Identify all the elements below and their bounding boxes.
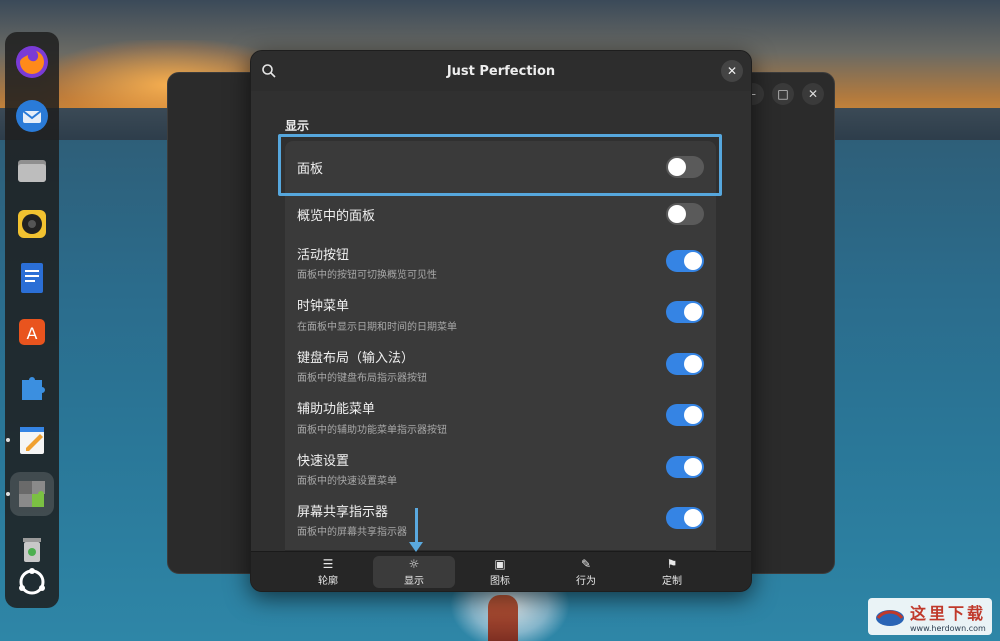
setting-subtitle: 面板中的屏幕共享指示器 — [297, 527, 407, 538]
nav-display[interactable]: ☼ 显示 — [373, 556, 455, 588]
rhythmbox-launcher[interactable] — [10, 202, 54, 246]
wrench-icon: ✎ — [580, 556, 592, 571]
toggle-switch[interactable] — [666, 250, 704, 272]
setting-label: 屏幕共享指示器 — [297, 505, 389, 520]
ship — [488, 595, 518, 641]
text-editor-launcher[interactable] — [10, 418, 54, 462]
dialog-title: Just Perfection — [446, 63, 556, 79]
ubuntu-icon — [19, 568, 45, 595]
setting-row-activities[interactable]: 活动按钮 面板中的按钮可切换概览可见性 — [285, 235, 716, 287]
image-icon: ▣ — [494, 556, 506, 571]
watermark: 这里下载 www.herdown.com — [867, 598, 992, 635]
setting-row-keyboard-layout[interactable]: 键盘布局（输入法） 面板中的键盘布局指示器按钮 — [285, 338, 716, 390]
toggle-knob — [684, 509, 702, 527]
bottom-nav-bar: ☰ 轮廓 ☼ 显示 ▣ 图标 ✎ 行为 ⚑ 定制 — [251, 551, 751, 591]
setting-subtitle: 面板中的按钮可切换概览可见性 — [297, 270, 437, 281]
toggle-switch[interactable] — [666, 507, 704, 529]
toggle-knob — [684, 252, 702, 270]
maximize-button[interactable]: □ — [772, 83, 794, 105]
just-perfection-dialog: Just Perfection ✕ 显示 面板 概览中的面板 活动按钮 面板中的… — [250, 50, 752, 592]
setting-label: 快速设置 — [297, 454, 350, 469]
toggle-switch[interactable] — [666, 203, 704, 225]
notepad-icon — [20, 427, 44, 454]
watermark-text: 这里下载 — [909, 604, 986, 623]
toggle-knob — [684, 458, 702, 476]
sun-icon: ☼ — [408, 556, 420, 571]
toggle-knob — [684, 406, 702, 424]
dock: A — [5, 32, 59, 608]
watermark-logo — [875, 609, 904, 626]
extensions-launcher[interactable] — [10, 364, 54, 408]
annotation-arrow — [415, 508, 418, 546]
running-indicator — [6, 492, 10, 496]
setting-row-accessibility-menu[interactable]: 辅助功能菜单 面板中的辅助功能菜单指示器按钮 — [285, 389, 716, 442]
thunderbird-icon — [16, 100, 48, 132]
writer-launcher[interactable] — [10, 256, 54, 300]
setting-row-clock-menu[interactable]: 时钟菜单 在面板中显示日期和时间的日期菜单 — [285, 286, 716, 339]
nav-label: 定制 — [662, 575, 682, 587]
nav-customize[interactable]: ⚑ 定制 — [631, 556, 713, 588]
setting-row-screen-sharing[interactable]: 屏幕共享指示器 面板中的屏幕共享指示器 — [285, 492, 716, 551]
toggle-knob — [684, 355, 702, 373]
toggle-switch[interactable] — [666, 301, 704, 323]
running-indicator — [6, 438, 10, 442]
firefox-icon — [16, 46, 48, 78]
toggle-switch[interactable] — [666, 404, 704, 426]
setting-label: 辅助功能菜单 — [297, 402, 376, 417]
brush-icon: ⚑ — [666, 556, 678, 571]
annotation-arrow-head — [409, 542, 423, 552]
firefox-launcher[interactable] — [10, 40, 54, 84]
extension-manager-launcher[interactable] — [10, 472, 54, 516]
setting-label: 概览中的面板 — [297, 209, 376, 224]
folder-icon — [18, 160, 46, 182]
show-apps-button[interactable] — [10, 560, 54, 604]
search-icon — [262, 64, 276, 78]
files-launcher[interactable] — [10, 148, 54, 192]
svg-text:A: A — [27, 324, 38, 343]
setting-subtitle: 面板中的键盘布局指示器按钮 — [297, 373, 427, 384]
close-window-button[interactable]: ✕ — [802, 83, 824, 105]
toggle-knob — [668, 205, 686, 223]
nav-icons[interactable]: ▣ 图标 — [459, 556, 541, 588]
watermark-url: www.herdown.com — [909, 624, 986, 633]
setting-label: 活动按钮 — [297, 248, 350, 263]
nav-label: 显示 — [404, 575, 424, 587]
speaker-icon — [18, 210, 46, 238]
nav-behavior[interactable]: ✎ 行为 — [545, 556, 627, 588]
toggle-knob — [684, 303, 702, 321]
toggle-switch[interactable] — [666, 456, 704, 478]
search-button[interactable] — [261, 63, 277, 79]
nav-outline[interactable]: ☰ 轮廓 — [287, 556, 369, 588]
setting-subtitle: 在面板中显示日期和时间的日期菜单 — [297, 322, 457, 333]
app-center-launcher[interactable]: A — [10, 310, 54, 354]
setting-subtitle: 面板中的快速设置菜单 — [297, 476, 397, 487]
puzzle-icon — [22, 377, 45, 400]
store-icon: A — [19, 319, 45, 345]
setting-label: 键盘布局（输入法） — [297, 351, 415, 366]
section-title: 显示 — [285, 119, 310, 133]
nav-label: 图标 — [490, 575, 510, 587]
setting-subtitle: 面板中的辅助功能菜单指示器按钮 — [297, 425, 447, 436]
nav-label: 行为 — [576, 575, 596, 587]
close-button[interactable]: ✕ — [721, 60, 743, 82]
setting-row-quick-settings[interactable]: 快速设置 面板中的快速设置菜单 — [285, 441, 716, 493]
extension-manager-icon — [19, 481, 45, 507]
setting-label: 时钟菜单 — [297, 299, 350, 314]
highlight-box — [278, 134, 722, 196]
setting-row-overview-panel[interactable]: 概览中的面板 — [285, 193, 716, 236]
document-icon — [21, 263, 43, 293]
list-icon: ☰ — [322, 556, 334, 571]
toggle-switch[interactable] — [666, 353, 704, 375]
thunderbird-launcher[interactable] — [10, 94, 54, 138]
close-icon: ✕ — [726, 64, 738, 78]
nav-label: 轮廓 — [318, 575, 338, 587]
